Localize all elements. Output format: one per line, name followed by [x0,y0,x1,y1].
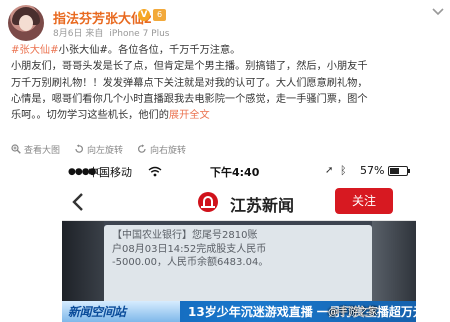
status-time: 下午4:40 [210,166,260,179]
rotate-right-label: 向右旋转 [150,145,187,156]
news-program-badge: 新闻空间站 [68,305,126,319]
battery-percent: 57% [360,164,385,177]
back-arrow-icon[interactable] [70,191,88,213]
jiangsu-news-logo [198,192,218,212]
view-large-button[interactable]: 查看大图 [11,143,60,156]
chevron-down-icon[interactable] [432,7,444,17]
post-line-1-text: 小张大仙#。各位各位，千万千万注意。 [58,45,241,56]
battery-icon [388,166,410,176]
post-line-1: #张大仙#小张大仙#。各位各位，千万千万注意。 [11,43,443,59]
bluetooth-icon: ᛒ [340,164,347,177]
sms-text: 【中国农业银行】您尾号2810账 户08月03日14:52完成股支人民币 -50… [112,230,269,268]
news-channel-title: 江苏新闻 [230,196,295,215]
news-app-navbar: 江苏新闻 关注 [62,183,416,221]
watermark: @手游之家 [328,307,378,318]
hashtag-link[interactable]: #张大仙# [11,45,59,56]
verified-badge: V [138,9,150,21]
post-date[interactable]: 8月6日 来自 [53,29,103,39]
zoom-in-icon [11,144,21,154]
rotate-left-button[interactable]: 向左旋转 [74,143,123,156]
wifi-icon [148,166,162,180]
level-badge: 6 [153,9,166,21]
location-icon: ➚ [325,165,334,176]
phone-status-bar: ●●●●○ 中国移动 下午4:40 ➚ ᛒ 57% [62,161,416,183]
image-actions: 查看大图 向左旋转 向右旋转 [11,142,200,156]
rotate-left-icon [74,144,84,154]
post-body: #张大仙#小张大仙#。各位各位，千万千万注意。 小朋友们，哥哥头发是长了点，但肯… [11,43,443,124]
avatar[interactable] [8,5,44,41]
rotate-right-button[interactable]: 向右旋转 [137,143,186,156]
post-image[interactable]: ●●●●○ 中国移动 下午4:40 ➚ ᛒ 57% 江苏新闻 关注 【中国农业银… [62,161,416,322]
follow-button[interactable]: 关注 [335,188,393,214]
username[interactable]: 指法芬芳张大仙z [53,8,152,27]
post-line-5: 乐呵。。切勿学习这些机长，他们的展开全文 [11,108,443,124]
rotate-right-icon [137,144,147,154]
post-line-4: 心情是，嗯哥们看你几个小时直播跟我去电影院一个感觉，走一手骚门票，图个 [11,93,368,105]
post-device: iPhone 7 Plus [109,29,170,39]
carrier-label: 中国移动 [88,166,132,179]
post-line-3: 万千万别刷礼物！！发发弹幕点下关注就是对我的认可了。大人们愿意刷礼物， [11,77,368,89]
post-meta: 8月6日 来自 iPhone 7 Plus [53,26,169,39]
news-caption: 13岁少年沉迷游戏直播 一月打赏主播超万元 [188,305,416,319]
post-line-5-text: 乐呵。。切勿学习这些机长，他们的 [11,110,169,122]
view-large-label: 查看大图 [24,145,61,156]
post-line-2: 小朋友们，哥哥头发是长了点，但肯定是个男主播。别搞错了，然后，小朋友千 [11,61,368,73]
expand-full-text-link[interactable]: 展开全文 [169,110,210,121]
rotate-left-label: 向左旋转 [87,145,124,156]
